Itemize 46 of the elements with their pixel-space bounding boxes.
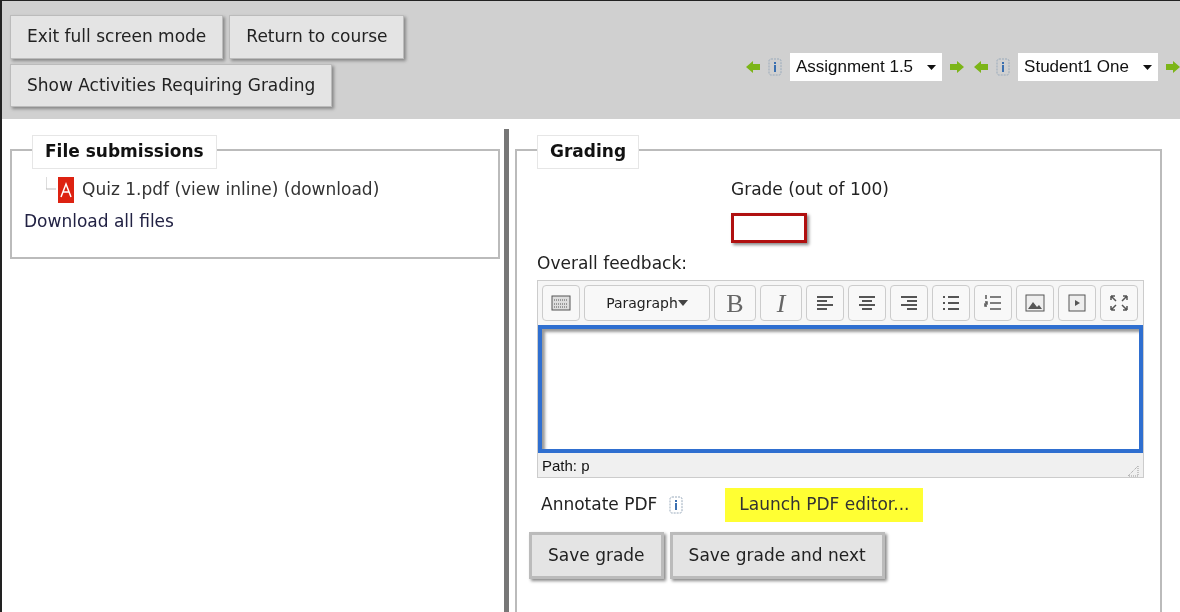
pdf-file-icon xyxy=(46,177,74,203)
align-right-button[interactable] xyxy=(890,285,928,321)
align-left-icon xyxy=(815,294,835,312)
image-button[interactable] xyxy=(1016,285,1054,321)
file-link[interactable]: Quiz 1.pdf (view inline) (download) xyxy=(82,177,380,203)
image-icon xyxy=(1025,294,1045,312)
caret-icon xyxy=(927,64,937,70)
toggle-button[interactable] xyxy=(542,285,580,321)
info-icon[interactable] xyxy=(669,495,684,514)
fullscreen-icon xyxy=(1109,294,1129,312)
action-button[interactable]: Show Activities Requiring Grading xyxy=(10,63,333,107)
action-button[interactable]: Save grade xyxy=(529,531,664,579)
info-icon[interactable] xyxy=(996,58,1011,76)
bullet-list-icon xyxy=(941,294,961,312)
panel-legend: File submissions xyxy=(32,135,217,169)
action-button[interactable]: Exit full screen mode xyxy=(10,15,224,59)
action-button[interactable]: Save grade and next xyxy=(669,531,885,579)
feedback-textarea[interactable] xyxy=(538,325,1143,453)
numbers-button[interactable] xyxy=(974,285,1012,321)
align-left-button[interactable] xyxy=(806,285,844,321)
bold-button[interactable]: B xyxy=(714,285,756,321)
bullets-button[interactable] xyxy=(932,285,970,321)
italic-button[interactable]: I xyxy=(760,285,802,321)
selector-dropdown[interactable]: Assignment 1.5 xyxy=(789,53,943,81)
caret-icon xyxy=(677,300,688,306)
numbered-list-icon xyxy=(983,294,1003,312)
format-dropdown[interactable]: Paragraph xyxy=(584,285,710,321)
align-right-icon xyxy=(899,294,919,312)
panel-legend: Grading xyxy=(537,135,640,169)
fullscreen-button[interactable] xyxy=(1100,285,1138,321)
keyboard-icon xyxy=(551,294,571,312)
resize-handle-icon[interactable] xyxy=(1127,465,1139,477)
selector-dropdown[interactable]: Student1 One xyxy=(1018,53,1158,81)
grade-label: Grade (out of 100) xyxy=(731,178,889,201)
feedback-label: Overall feedback: xyxy=(537,251,688,275)
info-icon[interactable] xyxy=(767,58,782,76)
grade-input[interactable] xyxy=(731,212,807,243)
media-icon xyxy=(1067,294,1087,312)
align-center-icon xyxy=(857,294,877,312)
download-all-link[interactable]: Download all files xyxy=(24,209,484,235)
align-center-button[interactable] xyxy=(848,285,886,321)
path-label: Path: p xyxy=(542,455,590,476)
launch-pdf-editor-button[interactable]: Launch PDF editor... xyxy=(725,488,924,522)
caret-icon xyxy=(1143,64,1152,70)
action-button[interactable]: Return to course xyxy=(229,15,405,59)
annotate-label: Annotate PDF xyxy=(541,493,658,516)
